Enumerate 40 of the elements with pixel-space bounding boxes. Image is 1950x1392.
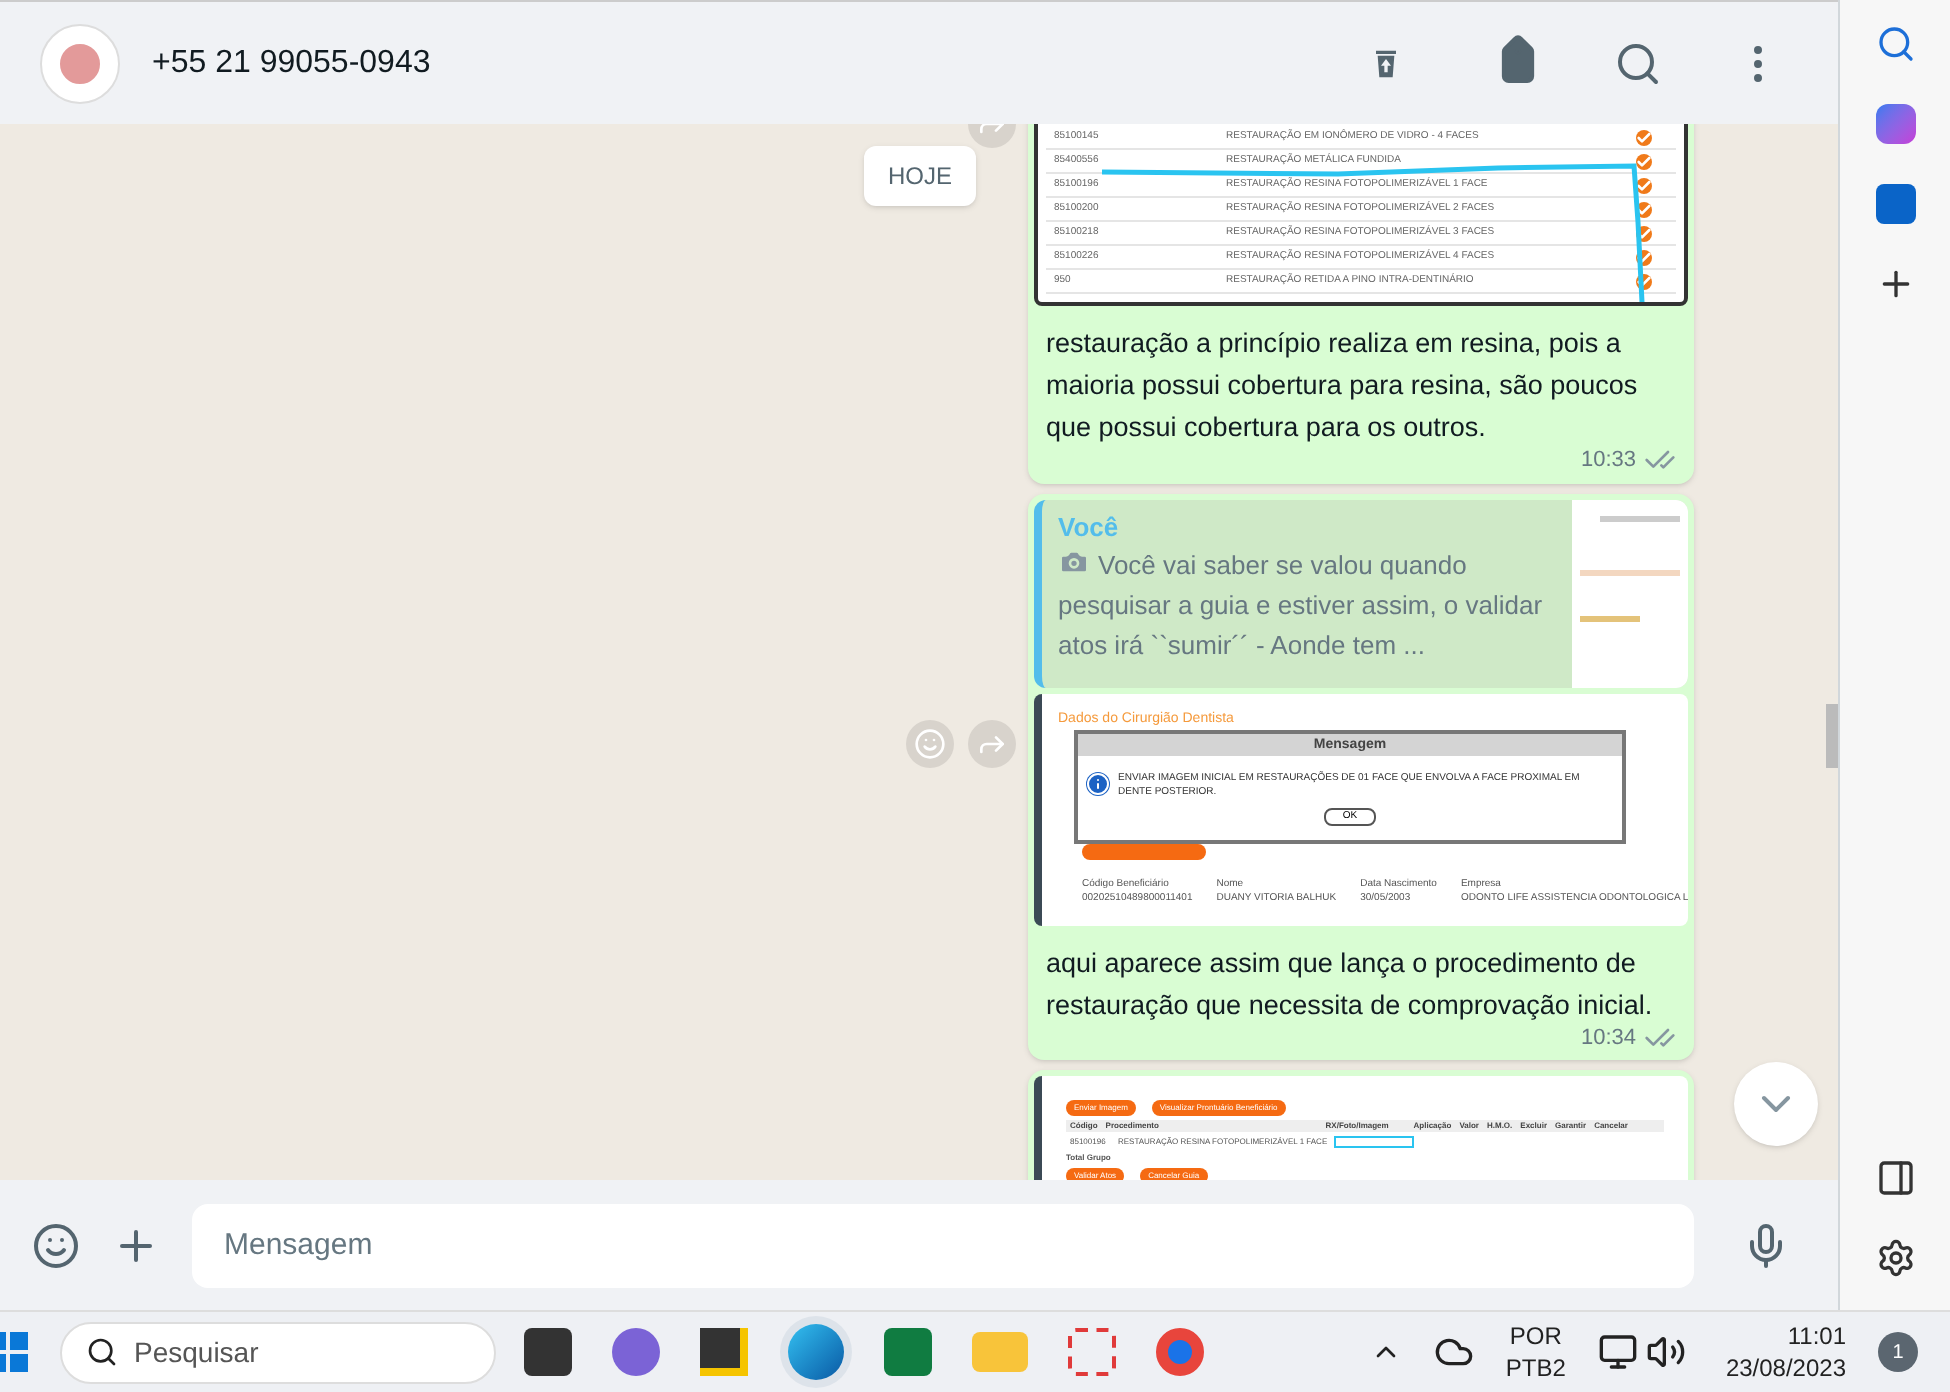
snipping-tool-icon[interactable] <box>1068 1328 1116 1376</box>
search-icon <box>86 1336 118 1368</box>
copilot-icon[interactable] <box>1875 104 1915 144</box>
scrollbar-thumb[interactable] <box>1826 704 1838 768</box>
info-icon <box>1086 771 1110 795</box>
network-icon[interactable] <box>1597 1332 1638 1372</box>
date-chip: HOJE <box>864 146 977 206</box>
quote-author: Você <box>1058 509 1121 545</box>
emoji-icon[interactable] <box>32 1221 80 1269</box>
chat-app-icon[interactable] <box>612 1328 660 1376</box>
message-time: 10:34 <box>1580 1023 1636 1053</box>
message-input[interactable]: Mensagem <box>192 1203 1694 1287</box>
clock[interactable]: 11:01 23/08/2023 <box>1725 1320 1846 1384</box>
volume-icon[interactable] <box>1645 1332 1686 1372</box>
notification-badge[interactable]: 1 <box>1878 1332 1918 1372</box>
message-text: restauração a princípio realiza em resina, pois a maioria possui cobertura para resina, são poucos que possui cobertura para os outros. <box>1046 326 1640 446</box>
contact-name[interactable]: +55 21 99055-0943 <box>152 39 1334 87</box>
settings-icon[interactable] <box>1875 1238 1915 1278</box>
smiley-icon <box>914 728 946 760</box>
check-icon <box>1636 129 1652 145</box>
browser-app-icon[interactable] <box>788 1324 844 1380</box>
check-icon <box>1636 153 1652 169</box>
mail-icon[interactable] <box>1875 184 1915 224</box>
quote-text: Você vai saber se valou quando pesquisar a guia e estiver assim, o validar atos irá ``sumir´´ - Aonde tem ... <box>1058 546 1545 664</box>
chrome-app-icon[interactable] <box>1156 1328 1204 1376</box>
search-icon[interactable] <box>1614 39 1662 87</box>
taskbar-search-field[interactable]: Pesquisar <box>60 1321 496 1383</box>
message-text: aqui aparece assim que lança o procedimento de restauração que necessita de comprovação inicial. <box>1046 945 1655 1024</box>
highlight-mark <box>1334 1136 1414 1148</box>
notes-app-icon[interactable] <box>700 1328 748 1376</box>
camera-icon <box>1058 546 1090 578</box>
windows-logo-icon[interactable] <box>0 1332 28 1372</box>
search-icon[interactable] <box>1875 24 1915 64</box>
message-time: 10:33 <box>1580 446 1636 476</box>
search-placeholder: Pesquisar <box>134 1333 259 1372</box>
task-view-icon[interactable] <box>524 1328 572 1376</box>
spreadsheet-app-icon[interactable] <box>884 1328 932 1376</box>
quoted-message[interactable]: Você Você vai saber se valou quando pesquisar a guia e estiver assim, o validar atos irá ``sumir´´ - Aonde tem ... <box>1034 499 1688 687</box>
panel-icon[interactable] <box>1875 1158 1915 1198</box>
language-indicator[interactable]: POR PTB2 <box>1505 1320 1566 1384</box>
